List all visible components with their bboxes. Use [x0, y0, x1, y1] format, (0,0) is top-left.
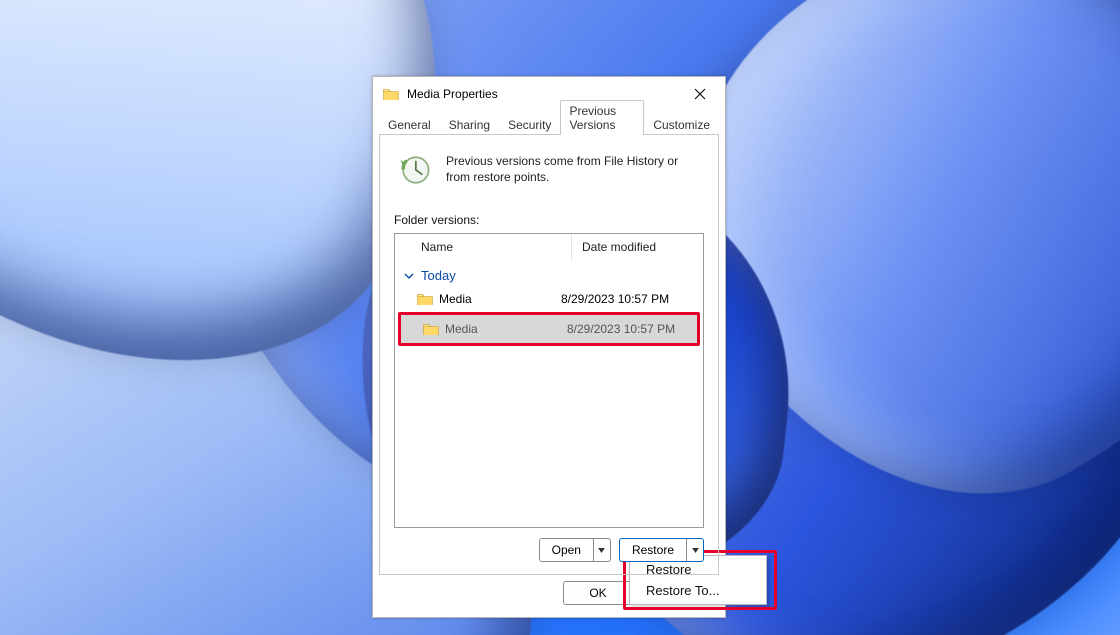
- tab-general[interactable]: General: [379, 114, 440, 135]
- column-header-name[interactable]: Name: [395, 234, 572, 260]
- restore-splitbutton[interactable]: Restore: [619, 538, 704, 562]
- version-row[interactable]: Media 8/29/2023 10:57 PM: [395, 287, 703, 311]
- history-icon: [398, 153, 432, 187]
- tab-content: Previous versions come from File History…: [379, 134, 719, 575]
- window-title: Media Properties: [407, 87, 683, 101]
- titlebar: Media Properties: [373, 77, 725, 111]
- versions-list: Name Date modified Today Media 8/29/2023…: [394, 233, 704, 528]
- open-dropdown[interactable]: [594, 539, 610, 561]
- tabstrip: General Sharing Security Previous Versio…: [373, 111, 725, 134]
- open-button[interactable]: Open: [540, 539, 594, 561]
- close-button[interactable]: [683, 80, 717, 108]
- properties-dialog: Media Properties General Sharing Securit…: [372, 76, 726, 618]
- explain-text: Previous versions come from File History…: [446, 153, 700, 187]
- version-date: 8/29/2023 10:57 PM: [557, 322, 675, 336]
- column-header-date[interactable]: Date modified: [572, 234, 656, 260]
- restore-button[interactable]: Restore: [620, 539, 687, 561]
- tab-security[interactable]: Security: [499, 114, 560, 135]
- group-label: Today: [421, 268, 456, 283]
- folder-icon: [423, 322, 439, 336]
- folder-icon: [383, 87, 399, 101]
- menu-restore-to[interactable]: Restore To...: [632, 580, 764, 601]
- version-row-selected[interactable]: Media 8/29/2023 10:57 PM: [398, 312, 700, 346]
- version-name: Media: [445, 322, 557, 336]
- version-date: 8/29/2023 10:57 PM: [551, 292, 669, 306]
- chevron-down-icon: [403, 270, 415, 282]
- folder-versions-label: Folder versions:: [394, 213, 704, 227]
- folder-icon: [417, 292, 433, 306]
- tab-previous-versions[interactable]: Previous Versions: [560, 100, 644, 135]
- tab-customize[interactable]: Customize: [644, 114, 719, 135]
- restore-dropdown[interactable]: [687, 539, 703, 561]
- version-name: Media: [439, 292, 551, 306]
- ok-button[interactable]: OK: [563, 581, 633, 605]
- tab-sharing[interactable]: Sharing: [440, 114, 499, 135]
- group-today[interactable]: Today: [395, 260, 703, 287]
- open-splitbutton[interactable]: Open: [539, 538, 611, 562]
